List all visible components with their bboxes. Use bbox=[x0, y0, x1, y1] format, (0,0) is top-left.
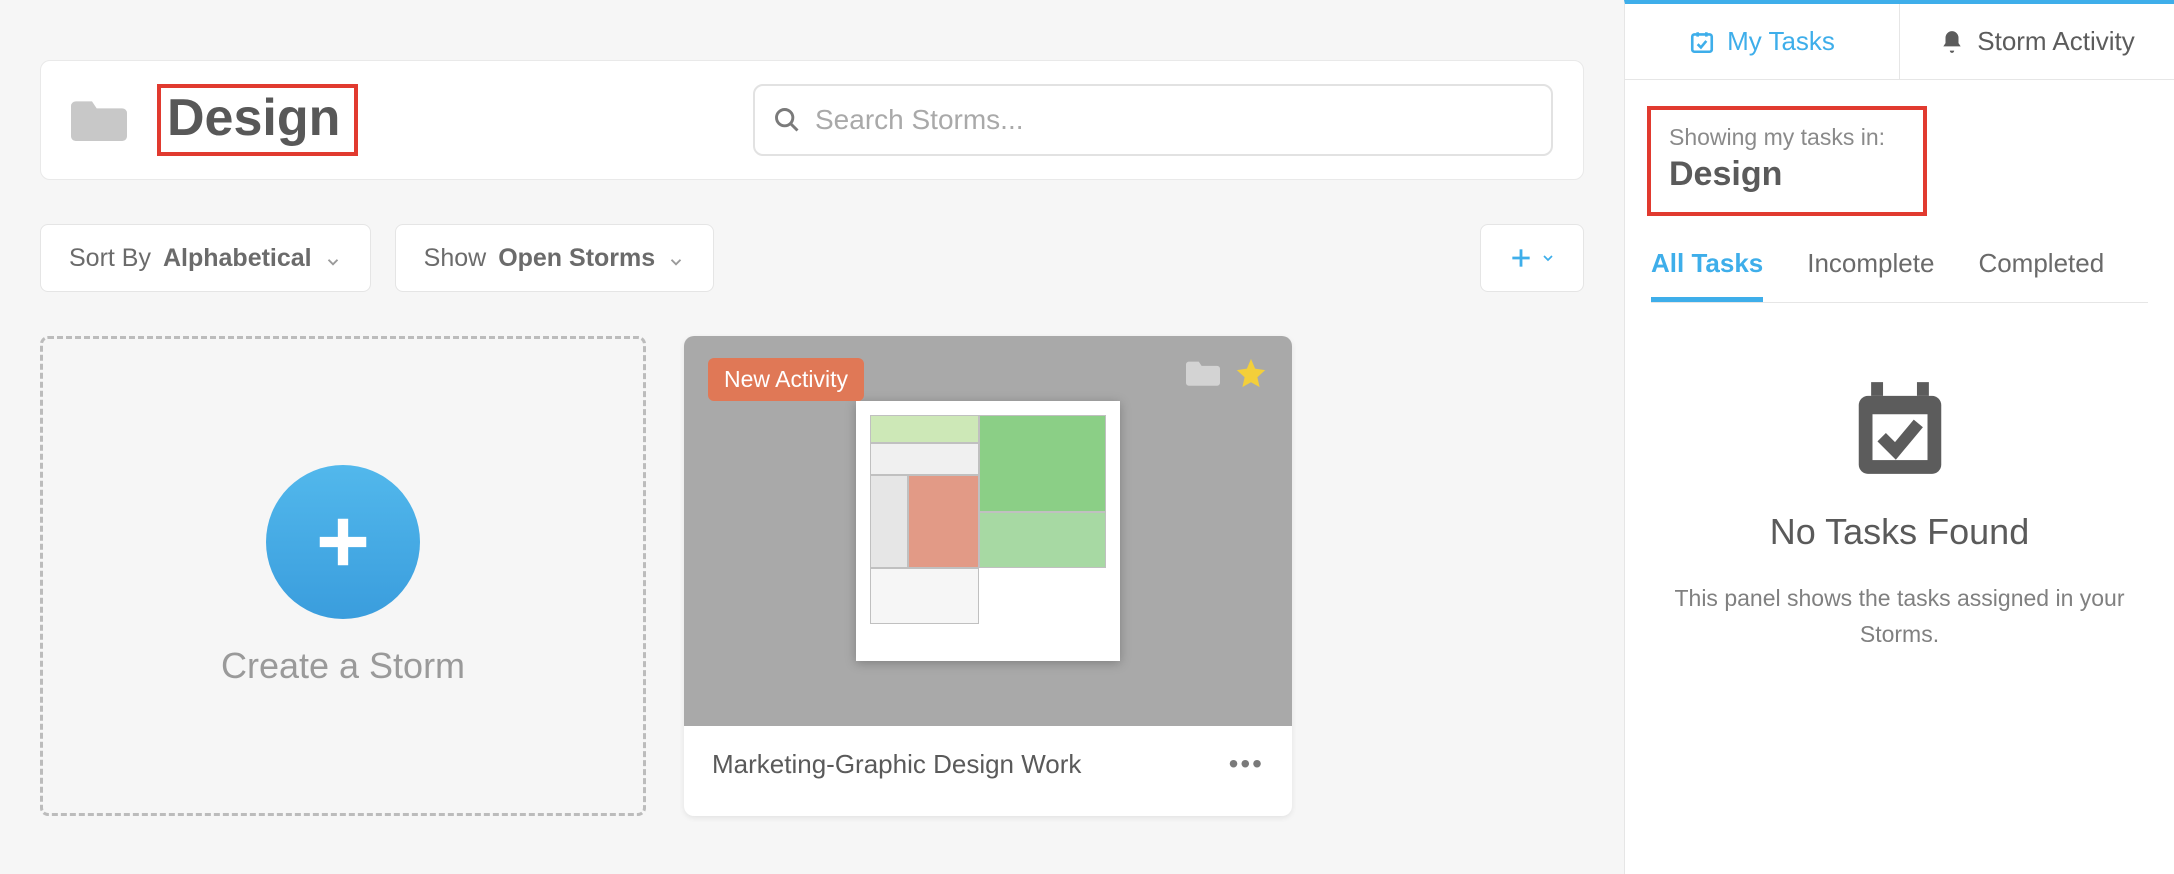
folder-icon bbox=[71, 96, 127, 144]
context-label: Showing my tasks in: bbox=[1669, 124, 1905, 151]
search-input[interactable] bbox=[815, 104, 1533, 136]
chevron-down-icon bbox=[1540, 250, 1556, 266]
sort-value: Alphabetical bbox=[163, 244, 312, 273]
task-filter-tabs: All Tasks Incomplete Completed bbox=[1651, 248, 2148, 303]
tab-my-tasks[interactable]: My Tasks bbox=[1625, 4, 1900, 79]
toolbar: Sort By Alphabetical Show Open Storms bbox=[40, 224, 1584, 292]
plus-icon bbox=[1508, 245, 1534, 271]
sidebar: My Tasks Storm Activity Showing my tasks… bbox=[1624, 0, 2174, 874]
sort-dropdown[interactable]: Sort By Alphabetical bbox=[40, 224, 371, 292]
context-highlight: Showing my tasks in: Design bbox=[1647, 106, 1927, 216]
more-icon[interactable]: ••• bbox=[1229, 748, 1264, 780]
empty-title: No Tasks Found bbox=[1770, 511, 2029, 553]
task-tab-completed[interactable]: Completed bbox=[1978, 248, 2104, 302]
create-plus-circle bbox=[266, 465, 420, 619]
storms-grid: Create a Storm New Activity bbox=[40, 336, 1584, 816]
plus-icon bbox=[312, 511, 374, 573]
bell-icon bbox=[1939, 29, 1965, 55]
show-value: Open Storms bbox=[498, 244, 655, 273]
sidebar-tabs: My Tasks Storm Activity bbox=[1625, 4, 2174, 80]
storm-thumbnail: New Activity bbox=[684, 336, 1292, 726]
sort-prefix: Sort By bbox=[69, 244, 151, 273]
search-input-wrap[interactable] bbox=[753, 84, 1553, 156]
storm-footer: Marketing-Graphic Design Work ••• bbox=[684, 726, 1292, 802]
create-storm-label: Create a Storm bbox=[221, 645, 465, 687]
tab-storm-activity[interactable]: Storm Activity bbox=[1900, 4, 2174, 79]
add-dropdown[interactable] bbox=[1480, 224, 1584, 292]
task-tab-all[interactable]: All Tasks bbox=[1651, 248, 1763, 302]
storm-card[interactable]: New Activity bbox=[684, 336, 1292, 816]
chevron-down-icon bbox=[667, 249, 685, 267]
empty-subtitle: This panel shows the tasks assigned in y… bbox=[1655, 581, 2144, 652]
show-prefix: Show bbox=[424, 244, 487, 273]
storm-preview bbox=[856, 401, 1120, 661]
storm-title: Marketing-Graphic Design Work bbox=[712, 749, 1081, 780]
folder-title: Design bbox=[167, 89, 340, 147]
header-card: Design bbox=[40, 60, 1584, 180]
task-tab-incomplete[interactable]: Incomplete bbox=[1807, 248, 1934, 302]
tab-activity-label: Storm Activity bbox=[1977, 26, 2134, 57]
card-icons bbox=[1186, 356, 1268, 390]
calendar-check-icon bbox=[1845, 373, 1955, 483]
new-activity-badge: New Activity bbox=[708, 358, 864, 401]
main-content: Design Sort By Alphabetical Show Open St… bbox=[0, 0, 1624, 874]
context-value: Design bbox=[1669, 155, 1905, 194]
search-icon bbox=[773, 106, 801, 134]
create-storm-card[interactable]: Create a Storm bbox=[40, 336, 646, 816]
chevron-down-icon bbox=[324, 249, 342, 267]
tab-my-tasks-label: My Tasks bbox=[1727, 26, 1835, 57]
tasks-icon bbox=[1689, 29, 1715, 55]
folder-icon[interactable] bbox=[1186, 358, 1220, 388]
star-icon[interactable] bbox=[1234, 356, 1268, 390]
empty-state: No Tasks Found This panel shows the task… bbox=[1625, 373, 2174, 652]
show-dropdown[interactable]: Show Open Storms bbox=[395, 224, 715, 292]
folder-title-highlight: Design bbox=[157, 84, 358, 156]
